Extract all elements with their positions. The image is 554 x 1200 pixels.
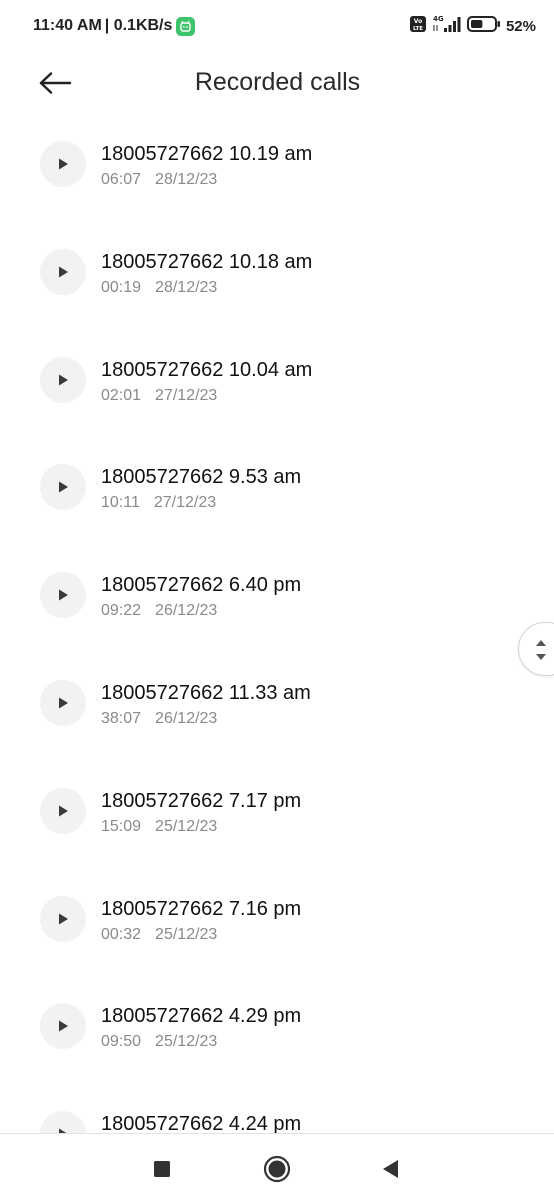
recording-title: 18005727662 7.17 pm xyxy=(101,790,302,812)
recents-button[interactable] xyxy=(147,1154,177,1184)
recording-meta: 06:07 28/12/23 xyxy=(101,171,217,189)
recording-date: 28/12/23 xyxy=(155,279,218,296)
recording-duration: 10:11 xyxy=(101,494,140,511)
recording-date: 25/12/23 xyxy=(155,926,218,943)
play-icon xyxy=(59,913,68,925)
signal-4g-icon: 4G xyxy=(432,14,462,39)
recording-row[interactable]: 18005727662 10.19 am 06:07 28/12/23 xyxy=(0,110,554,210)
play-button[interactable] xyxy=(40,357,86,403)
recording-date: 27/12/23 xyxy=(155,387,218,404)
recording-row[interactable]: 18005727662 6.40 pm 09:22 26/12/23 xyxy=(0,541,554,641)
play-icon xyxy=(59,1020,68,1032)
play-icon xyxy=(59,805,68,817)
svg-text:4G: 4G xyxy=(433,15,444,23)
play-icon xyxy=(59,374,68,386)
recording-row[interactable]: 18005727662 10.04 am 02:01 27/12/23 xyxy=(0,326,554,426)
system-nav-bar xyxy=(0,1133,554,1200)
recording-date: 26/12/23 xyxy=(155,710,218,727)
play-icon xyxy=(59,481,68,493)
volte-icon: Vo LTE xyxy=(409,15,427,38)
home-circle-icon xyxy=(263,1155,291,1183)
play-button[interactable] xyxy=(40,680,86,726)
status-right: Vo LTE 4G 52% xyxy=(409,14,536,39)
recording-date: 28/12/23 xyxy=(155,171,218,188)
back-nav-button[interactable] xyxy=(375,1154,405,1184)
notification-app-icon xyxy=(176,16,196,36)
back-triangle-icon xyxy=(383,1160,398,1178)
play-button[interactable] xyxy=(40,464,86,510)
status-left: 11:40 AM | 0.1KB/s xyxy=(33,16,196,36)
recording-duration: 00:32 xyxy=(101,926,142,943)
recording-date: 26/12/23 xyxy=(155,602,218,619)
recording-meta: 09:22 26/12/23 xyxy=(101,602,217,620)
recording-row[interactable]: 18005727662 9.53 am 10:11 27/12/23 xyxy=(0,433,554,533)
recording-meta: 38:07 26/12/23 xyxy=(101,710,217,728)
play-button[interactable] xyxy=(40,249,86,295)
square-icon xyxy=(154,1161,170,1177)
recording-row[interactable]: 18005727662 11.33 am 38:07 26/12/23 xyxy=(0,649,554,749)
recording-title: 18005727662 9.53 am xyxy=(101,466,302,488)
recording-title: 18005727662 11.33 am xyxy=(101,682,311,704)
play-button[interactable] xyxy=(40,896,86,942)
battery-icon xyxy=(466,15,501,38)
play-icon xyxy=(59,266,68,278)
recording-duration: 02:01 xyxy=(101,387,142,404)
network-speed: | 0.1KB/s xyxy=(104,17,173,34)
recording-duration: 09:50 xyxy=(101,1033,142,1050)
recording-row[interactable]: 18005727662 4.29 pm 09:50 25/12/23 xyxy=(0,972,554,1072)
recording-date: 25/12/23 xyxy=(155,1033,218,1050)
recording-duration: 09:22 xyxy=(101,602,142,619)
battery-percent: 52% xyxy=(505,17,536,35)
play-button[interactable] xyxy=(40,572,86,618)
recording-title: 18005727662 10.18 am xyxy=(101,251,313,273)
play-icon xyxy=(59,158,68,170)
svg-text:Vo: Vo xyxy=(414,18,422,25)
recording-meta: 02:01 27/12/23 xyxy=(101,387,217,405)
status-bar: 11:40 AM | 0.1KB/s Vo LTE 4G 52% xyxy=(0,0,554,52)
recording-duration: 15:09 xyxy=(101,818,142,835)
recording-title: 18005727662 10.19 am xyxy=(101,143,313,165)
page-title: Recorded calls xyxy=(194,68,361,96)
recording-meta: 15:09 25/12/23 xyxy=(101,818,217,836)
play-button[interactable] xyxy=(40,1003,86,1049)
recording-meta: 00:19 28/12/23 xyxy=(101,279,217,297)
recording-duration: 06:07 xyxy=(101,171,142,188)
play-icon xyxy=(59,589,68,601)
recording-title: 18005727662 10.04 am xyxy=(101,359,313,381)
scroll-updown-icon xyxy=(536,640,546,660)
status-time: 11:40 AM xyxy=(33,17,102,34)
recording-row[interactable]: 18005727662 10.18 am 00:19 28/12/23 xyxy=(0,218,554,318)
recording-date: 25/12/23 xyxy=(155,818,218,835)
recording-duration: 00:19 xyxy=(101,279,142,296)
recording-title: 18005727662 6.40 pm xyxy=(101,574,302,596)
home-button[interactable] xyxy=(262,1154,292,1184)
recording-row[interactable]: 18005727662 7.17 pm 15:09 25/12/23 xyxy=(0,757,554,857)
app-header: Recorded calls xyxy=(0,52,554,116)
recording-duration: 38:07 xyxy=(101,710,142,727)
recording-title: 18005727662 7.16 pm xyxy=(101,898,302,920)
recording-meta: 10:11 27/12/23 xyxy=(101,494,216,512)
svg-text:LTE: LTE xyxy=(413,26,423,32)
recording-date: 27/12/23 xyxy=(153,494,217,511)
play-button[interactable] xyxy=(40,141,86,187)
play-icon xyxy=(59,697,68,709)
recording-row[interactable]: 18005727662 7.16 pm 00:32 25/12/23 xyxy=(0,865,554,965)
play-button[interactable] xyxy=(40,788,86,834)
recording-meta: 00:32 25/12/23 xyxy=(101,926,217,944)
recording-title: 18005727662 4.29 pm xyxy=(101,1005,302,1027)
recording-meta: 09:50 25/12/23 xyxy=(101,1033,217,1051)
